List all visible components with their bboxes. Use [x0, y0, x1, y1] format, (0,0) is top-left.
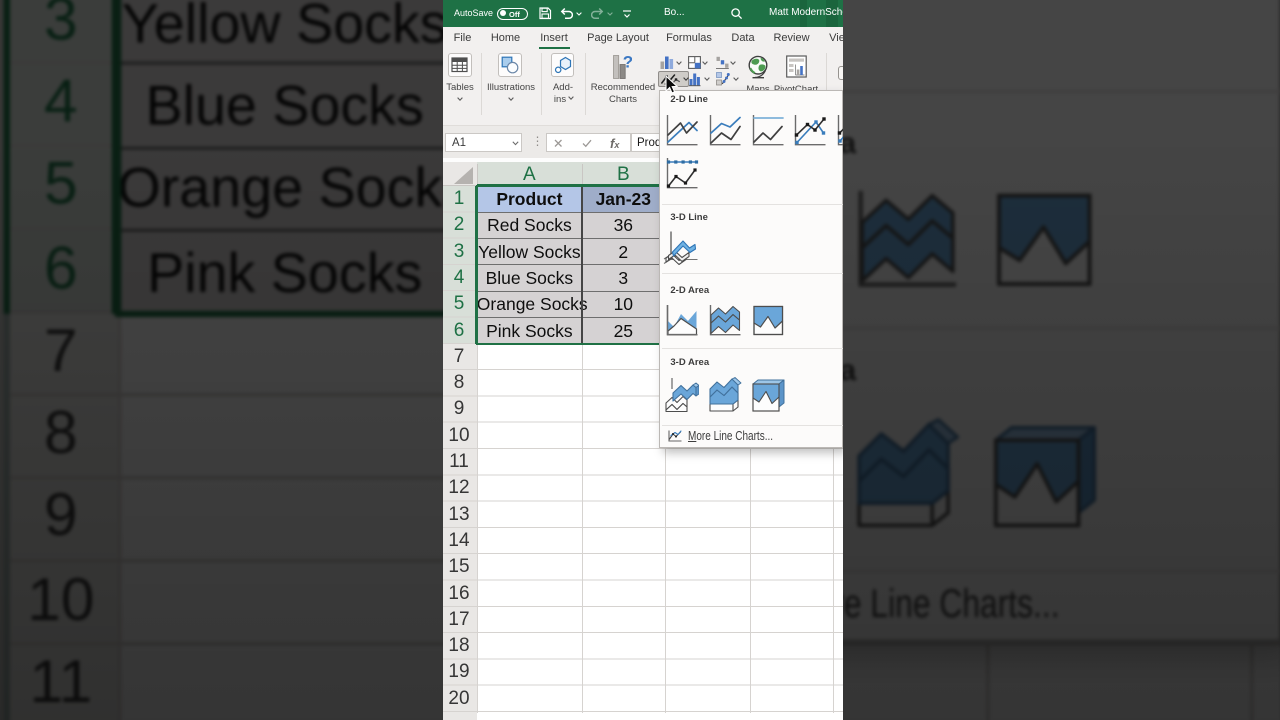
svg-text:?: ?	[622, 53, 631, 72]
